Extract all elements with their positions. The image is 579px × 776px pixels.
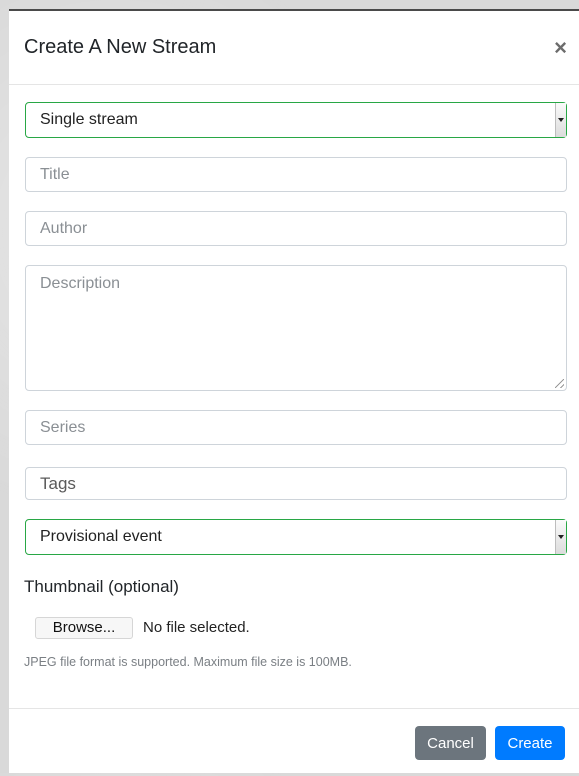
- file-status: No file selected.: [143, 619, 250, 636]
- title-input[interactable]: Title: [25, 157, 567, 192]
- description-placeholder: Description: [40, 275, 121, 292]
- file-help-text: JPEG file format is supported. Maximum f…: [24, 655, 352, 669]
- event-type-selected: Provisional event: [40, 528, 162, 545]
- stream-type-select[interactable]: Single stream: [25, 102, 567, 138]
- create-button[interactable]: Create: [495, 726, 565, 760]
- author-input[interactable]: Author: [25, 211, 567, 246]
- browse-button[interactable]: Browse...: [35, 617, 133, 639]
- create-stream-modal: Create A New Stream × Single stream Titl…: [9, 9, 579, 773]
- modal-footer: Cancel Create: [9, 708, 579, 776]
- series-placeholder: Series: [40, 419, 86, 436]
- resize-handle-icon[interactable]: [555, 379, 564, 388]
- stream-type-selected: Single stream: [40, 111, 138, 128]
- thumbnail-label: Thumbnail (optional): [24, 577, 179, 596]
- event-type-select[interactable]: Provisional event: [25, 519, 567, 555]
- tags-input[interactable]: Tags: [25, 467, 567, 500]
- chevron-down-icon[interactable]: [555, 103, 566, 137]
- tags-placeholder: Tags: [40, 474, 76, 493]
- modal-header: Create A New Stream ×: [9, 11, 579, 85]
- modal-title: Create A New Stream: [24, 36, 217, 58]
- cancel-button[interactable]: Cancel: [415, 726, 486, 760]
- author-placeholder: Author: [40, 220, 88, 237]
- title-placeholder: Title: [40, 166, 70, 183]
- chevron-down-icon[interactable]: [555, 520, 566, 554]
- series-input[interactable]: Series: [25, 410, 567, 445]
- description-textarea[interactable]: Description: [25, 265, 567, 391]
- close-icon[interactable]: ×: [554, 37, 567, 59]
